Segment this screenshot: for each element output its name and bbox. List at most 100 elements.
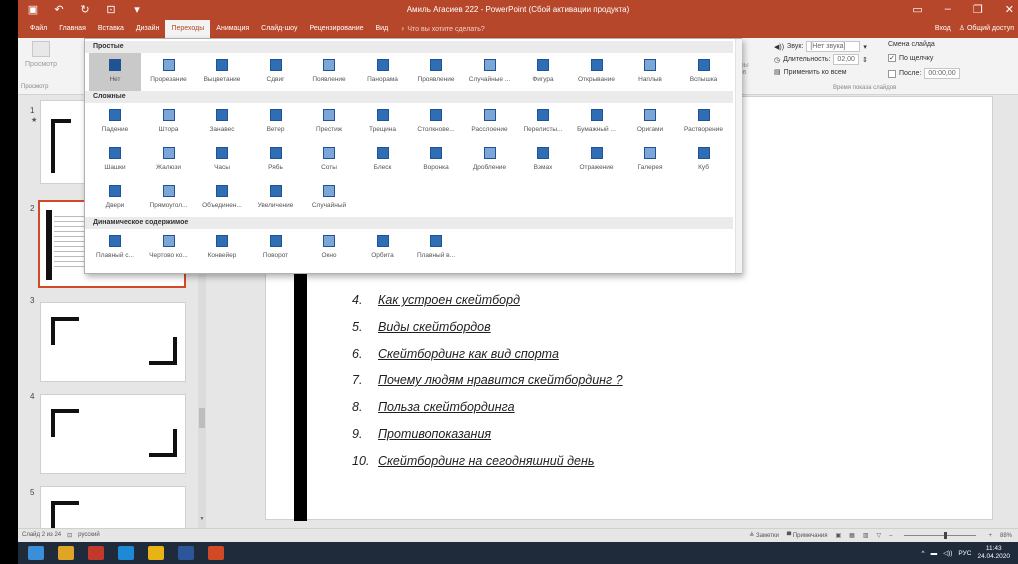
transition-item[interactable]: Ветер — [250, 103, 302, 143]
scrollbar-thumb[interactable] — [199, 408, 205, 428]
transition-item[interactable]: Растворение — [678, 103, 730, 143]
on-click-checkbox[interactable]: ✓ — [888, 54, 896, 62]
transition-item[interactable]: Орбита — [357, 229, 409, 269]
word-icon[interactable] — [178, 546, 194, 560]
sound-dropdown-icon[interactable]: ▾ — [863, 43, 867, 51]
transition-item[interactable]: Воронка — [410, 141, 462, 181]
transition-item[interactable]: Поворот — [250, 229, 302, 269]
transition-item[interactable]: Плавный в... — [410, 229, 462, 269]
transition-item[interactable]: Столкнове... — [410, 103, 462, 143]
list-item[interactable]: 8. Польза скейтбординга — [352, 394, 623, 421]
duration-spinner[interactable]: ⇕ — [862, 56, 868, 64]
preview-button[interactable]: Просмотр — [21, 41, 61, 68]
slide-thumbnail-5[interactable] — [40, 486, 186, 532]
slide-thumbnail-4[interactable] — [40, 394, 186, 474]
minimize-icon[interactable]: – — [945, 3, 951, 16]
transition-item[interactable]: Увеличение — [250, 179, 302, 219]
slideshow-view-icon[interactable]: ▽ — [877, 532, 882, 539]
transition-item[interactable]: Плавный с... — [89, 229, 141, 269]
language-tray[interactable]: РУС — [958, 550, 971, 557]
reading-view-icon[interactable]: ▥ — [863, 532, 869, 539]
network-icon[interactable]: ▬ — [931, 550, 938, 557]
tab-animations[interactable]: Анимация — [210, 20, 255, 38]
edge-icon[interactable] — [118, 546, 134, 560]
chrome-icon[interactable] — [148, 546, 164, 560]
normal-view-icon[interactable]: ▣ — [835, 532, 841, 539]
transition-item[interactable]: Нет — [89, 53, 141, 93]
transition-item[interactable]: Отражение — [571, 141, 623, 181]
transition-item[interactable]: Перелисты... — [517, 103, 569, 143]
list-item[interactable]: 10. Скейтбординг на сегодняшний день — [352, 448, 623, 475]
list-item[interactable]: 9. Противопоказания — [352, 421, 623, 448]
transition-item[interactable]: Наплыв — [624, 53, 676, 93]
transition-item[interactable]: Штора — [143, 103, 195, 143]
transition-item[interactable]: Проявление — [410, 53, 462, 93]
transition-item[interactable]: Чертово ко... — [143, 229, 195, 269]
transition-item[interactable]: Прямоугол... — [143, 179, 195, 219]
list-item[interactable]: 4. Как устроен скейтборд — [352, 287, 623, 314]
zoom-slider-knob[interactable] — [944, 532, 948, 539]
gallery-scrollbar[interactable] — [735, 39, 742, 273]
tab-file[interactable]: Файл — [24, 20, 53, 38]
list-item[interactable]: 5. Виды скейтбордов — [352, 314, 623, 341]
tab-insert[interactable]: Вставка — [92, 20, 130, 38]
powerpoint-icon[interactable] — [208, 546, 224, 560]
transition-item[interactable]: Трещина — [357, 103, 409, 143]
transition-item[interactable]: Жалюзи — [143, 141, 195, 181]
scroll-down-icon[interactable]: ▼ — [198, 516, 206, 522]
transition-item[interactable]: Соты — [303, 141, 355, 181]
file-explorer-icon[interactable] — [58, 546, 74, 560]
tab-slideshow[interactable]: Слайд-шоу — [255, 20, 303, 38]
duration-input[interactable]: 02,00 — [833, 54, 859, 65]
transition-item[interactable]: Прорезание — [143, 53, 195, 93]
slide-thumbnail-3[interactable] — [40, 302, 186, 382]
transition-item[interactable]: Выцветание — [196, 53, 248, 93]
transition-item[interactable]: Появление — [303, 53, 355, 93]
tab-review[interactable]: Рецензирование — [303, 20, 369, 38]
signin-link[interactable]: Вход — [935, 20, 951, 38]
clock[interactable]: 11:43 24.04.2020 — [977, 545, 1010, 561]
transition-item[interactable]: Шашки — [89, 141, 141, 181]
transition-item[interactable]: Оригами — [624, 103, 676, 143]
notes-button[interactable]: ≜ Заметки — [749, 532, 779, 539]
transition-item[interactable]: Бумажный ... — [571, 103, 623, 143]
transition-item[interactable]: Панорама — [357, 53, 409, 93]
transition-item[interactable]: Случайные ... — [464, 53, 516, 93]
zoom-in-icon[interactable]: + — [988, 533, 992, 539]
tab-design[interactable]: Дизайн — [130, 20, 166, 38]
tab-view[interactable]: Вид — [370, 20, 395, 38]
transition-item[interactable]: Конвейер — [196, 229, 248, 269]
spellcheck-icon[interactable]: ⊡ — [67, 532, 72, 539]
transition-item[interactable]: Открывание — [571, 53, 623, 93]
windows-start-icon[interactable] — [28, 546, 44, 560]
tray-up-icon[interactable]: ^ — [922, 550, 925, 557]
transition-item[interactable]: Двери — [89, 179, 141, 219]
sound-select[interactable]: [Нет звука] — [806, 41, 861, 52]
slide-sorter-icon[interactable]: ▦ — [849, 532, 855, 539]
comments-button[interactable]: ▀ Примечания — [787, 533, 828, 539]
media-icon[interactable] — [88, 546, 104, 560]
close-icon[interactable]: ✕ — [1005, 3, 1014, 16]
ribbon-options-icon[interactable]: ▭ — [912, 3, 922, 16]
transition-item[interactable]: Галерея — [624, 141, 676, 181]
transition-item[interactable]: Часы — [196, 141, 248, 181]
transition-item[interactable]: Куб — [678, 141, 730, 181]
transition-item[interactable]: Объединен... — [196, 179, 248, 219]
transition-item[interactable]: Престиж — [303, 103, 355, 143]
list-item[interactable]: 7. Почему людям нравится скейтбординг ? — [352, 367, 623, 394]
transition-item[interactable]: Сдвиг — [250, 53, 302, 93]
transition-item[interactable]: Рябь — [250, 141, 302, 181]
tell-me-search[interactable]: ♀ Что вы хотите сделать? — [394, 26, 491, 33]
list-item[interactable]: 6. Скейтбординг как вид спорта — [352, 341, 623, 368]
apply-all-button[interactable]: ▤ Применить ко всем — [774, 68, 847, 77]
transition-item[interactable]: Занавес — [196, 103, 248, 143]
zoom-out-icon[interactable]: – — [889, 533, 892, 539]
zoom-level[interactable]: 88% — [1000, 533, 1012, 539]
transition-item[interactable]: Дробление — [464, 141, 516, 181]
transition-item[interactable]: Случайный — [303, 179, 355, 219]
volume-icon[interactable]: ◁)) — [943, 549, 952, 557]
zoom-slider[interactable] — [904, 532, 977, 539]
transition-item[interactable]: Фигура — [517, 53, 569, 93]
tab-transitions[interactable]: Переходы — [165, 20, 211, 38]
transition-item[interactable]: Взмах — [517, 141, 569, 181]
